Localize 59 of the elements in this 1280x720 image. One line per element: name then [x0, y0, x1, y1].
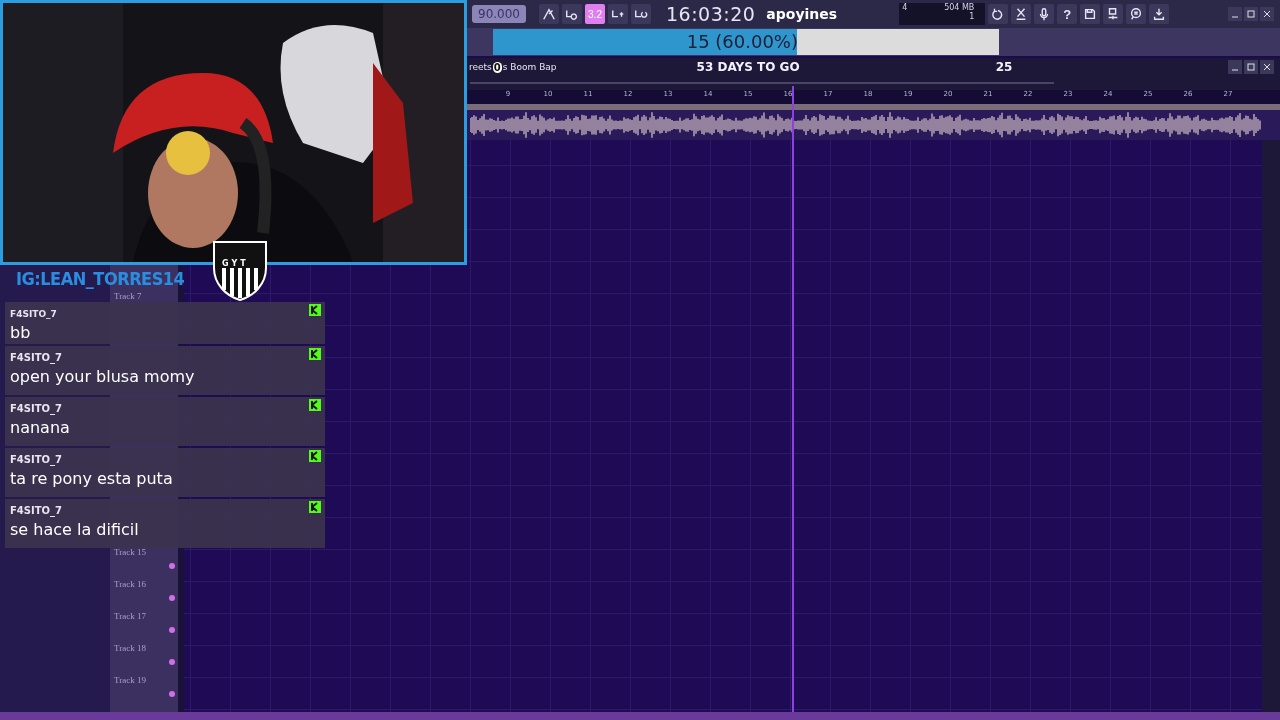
track-dot-icon[interactable]	[169, 659, 175, 665]
chat-username: F4SITO_7	[10, 352, 62, 363]
polyphony-value: 1	[969, 12, 975, 21]
metronome-icon[interactable]	[539, 4, 559, 24]
handle-text: IG:LEAN_TORRES14	[16, 268, 185, 289]
breadcrumb-text: reets	[469, 62, 492, 72]
cpu-value: 4	[902, 3, 908, 12]
k-badge-icon	[309, 399, 321, 411]
refresh-icon[interactable]	[988, 4, 1009, 24]
close-icon	[1263, 10, 1271, 18]
close-button[interactable]	[1260, 60, 1274, 74]
chat-username: F4SITO_7	[10, 454, 62, 465]
chat-icon[interactable]	[1126, 4, 1147, 24]
close-icon	[1263, 63, 1271, 71]
scrollbar[interactable]	[470, 82, 1054, 84]
track-label[interactable]: Track 19	[114, 675, 146, 685]
save-icon[interactable]	[1080, 4, 1101, 24]
chat-text: open your blusa momy	[10, 367, 196, 386]
k-badge-icon	[309, 450, 321, 462]
microphone-icon[interactable]	[1034, 4, 1055, 24]
minimize-button[interactable]	[1228, 7, 1242, 21]
count-text: 25	[995, 60, 1013, 74]
breadcrumb-text: s Boom Bap	[502, 62, 557, 72]
track-label[interactable]: Track 7	[114, 291, 142, 301]
track-dot-icon[interactable]	[169, 563, 175, 569]
chat-text: ta re pony esta puta	[10, 469, 174, 488]
song-time: 16:03:20	[666, 3, 756, 25]
hint-text: apoyines	[766, 6, 839, 22]
minimize-button[interactable]	[1228, 60, 1242, 74]
chat-text: nanana	[10, 418, 71, 437]
chat-username: F4SITO_7	[10, 403, 62, 414]
k-badge-icon	[309, 501, 321, 513]
chat-text: se hace la dificil	[10, 520, 140, 539]
close-button[interactable]	[1260, 7, 1274, 21]
track-label[interactable]: Track 18	[114, 643, 146, 653]
countdown-text: 53 DAYS TO GO	[696, 60, 800, 74]
maximize-icon	[1247, 63, 1255, 71]
maximize-icon	[1247, 10, 1255, 18]
progress-label: 15 (60.00%)	[686, 31, 798, 52]
track-label[interactable]: Track 16	[114, 579, 146, 589]
download-icon[interactable]	[1149, 4, 1170, 24]
memory-value: 504 MB	[944, 3, 975, 12]
chat-text: bb	[10, 323, 32, 342]
track-dot-icon[interactable]	[169, 595, 175, 601]
scrollbar-track[interactable]	[1262, 140, 1280, 712]
chat-username: F4SITO_7	[10, 505, 62, 516]
track-dot-icon[interactable]	[169, 691, 175, 697]
help-button[interactable]: ?	[1057, 4, 1078, 24]
tempo-field[interactable]: 90.000	[472, 5, 526, 23]
chat-username: F4SITO_7	[10, 309, 57, 319]
counter-badge: 0	[492, 61, 502, 73]
track-label[interactable]: Track 17	[114, 611, 146, 621]
maximize-button[interactable]	[1244, 7, 1258, 21]
k-badge-icon	[309, 304, 321, 316]
crest-text: GYT	[222, 259, 249, 268]
k-badge-icon	[309, 348, 321, 360]
maximize-button[interactable]	[1244, 60, 1258, 74]
track-label[interactable]: Track 15	[114, 547, 146, 557]
track-dot-icon[interactable]	[169, 627, 175, 633]
